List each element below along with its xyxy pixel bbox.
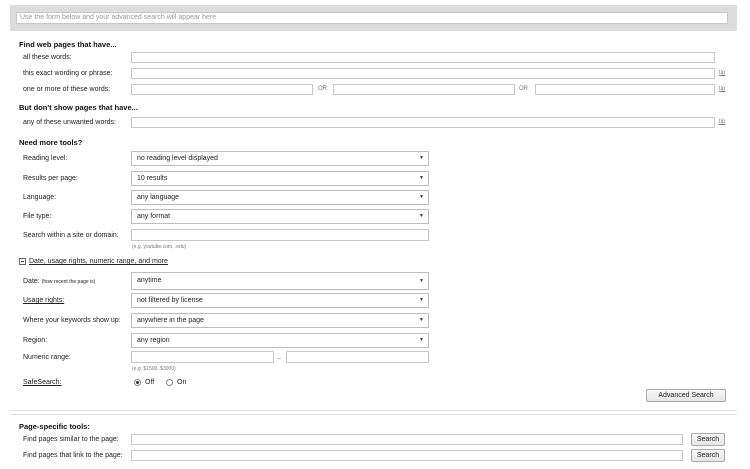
or-separator-2: OR: [519, 86, 528, 92]
dropdown-arrow-icon: ▼: [419, 175, 424, 181]
one-or-more-label: one or more of these words:: [23, 86, 111, 93]
query-preview-field[interactable]: Use the form below and your advanced sea…: [16, 12, 728, 24]
similar-pages-label: Find pages similar to the page:: [23, 436, 119, 443]
file-type-label: File type:: [23, 213, 52, 220]
region-label: Region:: [23, 337, 48, 344]
unwanted-tip-link[interactable]: tip: [719, 119, 725, 125]
collapse-icon[interactable]: [19, 258, 26, 265]
reading-level-label: Reading level:: [23, 155, 68, 162]
safesearch-on-label: On: [177, 379, 187, 386]
similar-pages-search-button[interactable]: Search: [691, 433, 725, 446]
usage-rights-value: not filtered by license: [137, 297, 203, 304]
numeric-range-example: (e.g. $1500..$3000): [132, 366, 176, 372]
exact-phrase-label: this exact wording or phrase:: [23, 70, 113, 77]
or-word-input-3[interactable]: [535, 84, 715, 95]
link-pages-search-button[interactable]: Search: [691, 449, 725, 462]
dropdown-arrow-icon: ▼: [419, 155, 424, 161]
numeric-range-to-input[interactable]: [286, 351, 429, 363]
site-domain-label: Search within a site or domain:: [23, 232, 119, 239]
keywords-location-value: anywhere in the page: [137, 317, 204, 324]
site-domain-example: (e.g. youtube.com, .edu): [132, 244, 187, 250]
exact-phrase-input[interactable]: [131, 68, 715, 79]
region-select[interactable]: any region ▼: [131, 333, 429, 348]
safesearch-link[interactable]: SafeSearch:: [23, 379, 62, 386]
language-label: Language:: [23, 194, 57, 201]
usage-rights-select[interactable]: not filtered by license ▼: [131, 293, 429, 308]
region-value: any region: [137, 337, 170, 344]
find-section-title: Find web pages that have...: [19, 40, 117, 49]
file-type-value: any format: [137, 213, 171, 220]
reading-level-select[interactable]: no reading level displayed ▼: [131, 151, 429, 166]
date-select[interactable]: anytime ▼: [131, 272, 429, 290]
file-type-select[interactable]: any format ▼: [131, 209, 429, 224]
all-words-label: all these words:: [23, 54, 72, 61]
safesearch-off-label: Off: [145, 379, 155, 386]
results-per-page-value: 10 results: [137, 175, 168, 182]
exclude-section-title: But don't show pages that have...: [19, 103, 138, 112]
numeric-range-from-input[interactable]: [131, 351, 274, 363]
date-sublabel: (how recent the page is): [41, 279, 96, 285]
section-divider: [10, 414, 737, 415]
link-pages-label: Find pages that link to the page:: [23, 452, 123, 459]
date-label-text: Date:: [23, 278, 40, 285]
date-label: Date: (how recent the page is): [23, 278, 95, 285]
dropdown-arrow-icon: ▼: [419, 194, 424, 200]
advanced-search-button[interactable]: Advanced Search: [646, 389, 726, 402]
keywords-location-select[interactable]: anywhere in the page ▼: [131, 313, 429, 328]
or-word-input-1[interactable]: [131, 84, 313, 95]
date-value: anytime: [137, 277, 162, 284]
dropdown-arrow-icon: ▼: [419, 297, 424, 303]
keywords-location-label: Where your keywords show up:: [23, 317, 121, 324]
tools-section-title: Need more tools?: [19, 138, 83, 147]
results-per-page-select[interactable]: 10 results ▼: [131, 171, 429, 186]
link-pages-input[interactable]: [131, 450, 683, 461]
numeric-range-label: Numeric range:: [23, 354, 71, 361]
all-words-input[interactable]: [131, 52, 715, 63]
dropdown-arrow-icon: ▼: [419, 337, 424, 343]
dropdown-arrow-icon: ▼: [419, 213, 424, 219]
similar-pages-input[interactable]: [131, 434, 683, 445]
language-select[interactable]: any language ▼: [131, 190, 429, 205]
page-tools-title: Page-specific tools:: [19, 422, 90, 431]
site-domain-input[interactable]: [131, 229, 429, 241]
section-divider: [10, 410, 737, 411]
safesearch-off-radio[interactable]: [134, 379, 141, 386]
results-per-page-label: Results per page:: [23, 175, 78, 182]
reading-level-value: no reading level displayed: [137, 155, 218, 162]
or-separator-1: OR: [318, 86, 327, 92]
unwanted-words-input[interactable]: [131, 117, 715, 128]
safesearch-on-radio[interactable]: [166, 379, 173, 386]
or-word-input-2[interactable]: [333, 84, 515, 95]
numeric-range-separator: ..: [277, 354, 281, 361]
exact-phrase-tip-link[interactable]: tip: [719, 70, 725, 76]
language-value: any language: [137, 194, 180, 201]
one-or-more-tip-link[interactable]: tip: [719, 86, 725, 92]
date-usage-toggle-link[interactable]: Date, usage rights, numeric range, and m…: [29, 258, 168, 265]
dropdown-arrow-icon: ▼: [419, 278, 424, 284]
dropdown-arrow-icon: ▼: [419, 317, 424, 323]
unwanted-words-label: any of these unwanted words:: [23, 119, 117, 126]
usage-rights-link[interactable]: Usage rights:: [23, 297, 64, 304]
